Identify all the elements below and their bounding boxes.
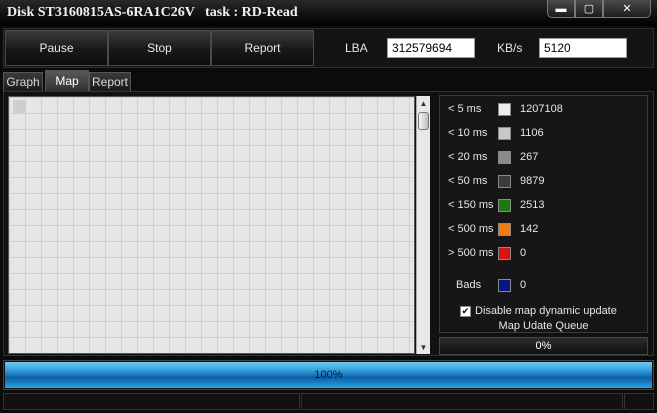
legend-count: 9879	[520, 175, 545, 187]
report-button[interactable]: Report	[211, 30, 314, 66]
checkmark-icon: ✔	[461, 306, 470, 316]
legend-count: 0	[520, 247, 527, 259]
legend-row: > 500 ms 0	[440, 244, 649, 264]
legend-swatch	[498, 199, 511, 212]
legend-row: < 10 ms 1106	[440, 124, 649, 144]
map-queue-value: 0%	[535, 340, 552, 352]
map-panel: ▲ ▼ < 5 ms 1207108 < 10 ms 1106 < 20 ms …	[3, 91, 654, 356]
close-button[interactable]: ✕	[603, 0, 651, 18]
legend-row: < 500 ms 142	[440, 220, 649, 240]
disable-map-update-checkbox[interactable]: ✔	[460, 306, 471, 317]
title-bar[interactable]: Disk ST3160815AS-6RA1C26V task : RD-Read…	[0, 0, 657, 26]
legend-count: 1207108	[520, 103, 563, 115]
legend-label: < 500 ms	[448, 223, 494, 235]
toolbar: Pause Stop Report LBA KB/s	[3, 28, 654, 68]
lba-field[interactable]	[387, 38, 475, 58]
stop-button[interactable]: Stop	[108, 30, 211, 66]
legend-label: Bads	[456, 279, 482, 291]
legend-swatch	[498, 151, 511, 164]
latency-legend: < 5 ms 1207108 < 10 ms 1106 < 20 ms 267 …	[439, 95, 648, 333]
maximize-button[interactable]: ▢	[575, 0, 603, 18]
tab-map[interactable]: Map	[45, 70, 89, 91]
lba-label: LBA	[345, 41, 368, 55]
legend-row: < 150 ms 2513	[440, 196, 649, 216]
scroll-up-icon[interactable]: ▲	[417, 96, 430, 110]
legend-label: < 10 ms	[448, 127, 488, 139]
map-scrollbar[interactable]: ▲ ▼	[416, 96, 430, 354]
legend-count: 142	[520, 223, 539, 235]
minimize-icon: ▬	[555, 2, 567, 15]
close-icon: ✕	[622, 3, 632, 15]
legend-swatch	[498, 127, 511, 140]
scroll-thumb[interactable]	[418, 112, 429, 130]
status-segment	[3, 393, 300, 410]
legend-row: < 5 ms 1207108	[440, 100, 649, 120]
kbs-label: KB/s	[497, 41, 523, 55]
map-queue-bar: 0%	[439, 337, 648, 355]
scan-progress-bar: 100%	[3, 360, 654, 390]
kbs-field[interactable]	[539, 38, 627, 58]
legend-swatch	[498, 279, 511, 292]
legend-label: < 20 ms	[448, 151, 488, 163]
window-controls: ▬ ▢ ✕	[547, 0, 651, 18]
status-segment	[301, 393, 623, 410]
tab-report[interactable]: Report	[89, 72, 131, 91]
legend-swatch	[498, 175, 511, 188]
legend-count: 1106	[520, 127, 544, 139]
legend-swatch	[498, 103, 511, 116]
legend-row: < 20 ms 267	[440, 148, 649, 168]
legend-label: < 150 ms	[448, 199, 494, 211]
map-block-cursor	[13, 100, 26, 113]
legend-count: 267	[520, 151, 539, 163]
minimize-button[interactable]: ▬	[547, 0, 575, 18]
block-map-grid	[8, 96, 415, 354]
legend-label: < 5 ms	[448, 103, 482, 115]
tab-graph[interactable]: Graph	[3, 72, 43, 91]
legend-count: 0	[520, 279, 527, 291]
scroll-down-icon[interactable]: ▼	[417, 340, 430, 354]
legend-label: > 500 ms	[448, 247, 494, 259]
maximize-icon: ▢	[583, 3, 595, 15]
progress-text: 100%	[314, 369, 343, 381]
disable-map-update-label: Disable map dynamic update	[475, 305, 617, 317]
legend-row-bads: Bads 0	[440, 276, 649, 296]
legend-count: 2513	[520, 199, 545, 211]
pause-button[interactable]: Pause	[5, 30, 108, 66]
status-bar	[0, 391, 657, 413]
legend-swatch	[498, 247, 511, 260]
window-title: Disk ST3160815AS-6RA1C26V task : RD-Read	[7, 5, 298, 20]
map-queue-label: Map Udate Queue	[498, 320, 589, 332]
resize-grip[interactable]	[624, 393, 654, 410]
legend-row: < 50 ms 9879	[440, 172, 649, 192]
legend-label: < 50 ms	[448, 175, 488, 187]
legend-swatch	[498, 223, 511, 236]
